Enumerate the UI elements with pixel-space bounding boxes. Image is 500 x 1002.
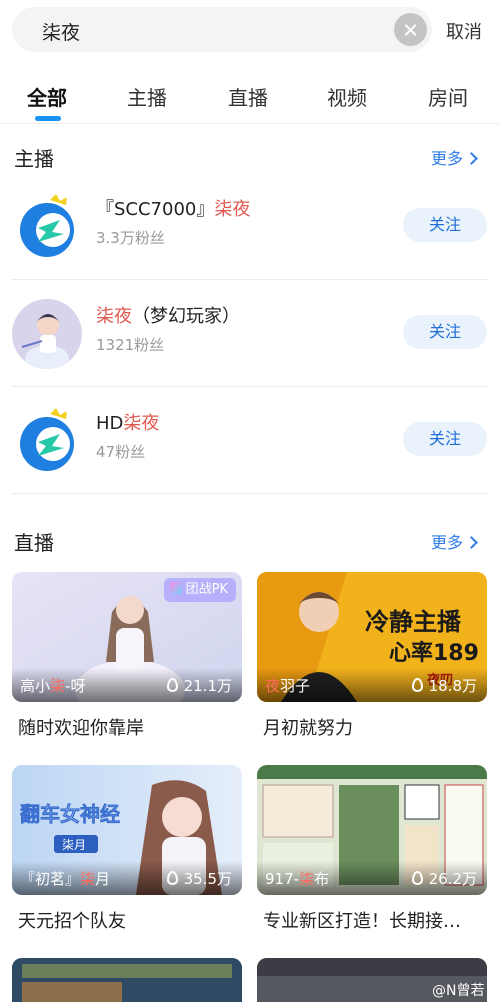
avatar[interactable] [12,299,82,369]
anchors-section-title: 主播 [14,147,54,171]
search-bar[interactable]: 柒夜 [12,7,432,52]
active-tab-indicator [35,116,61,121]
follow-button[interactable]: 关注 [403,208,487,242]
streamer-name-text: 羽子 [280,677,311,695]
streamer-name-match: 夜 [265,677,281,695]
follow-button[interactable]: 关注 [403,422,487,456]
live-thumbnail[interactable]: 冷静主播 心率189 夜叨 夜羽子 18.8万 [257,572,487,702]
live-thumbnail[interactable]: 翻车女神经 柒月 『初茗』柒月 35.5万 [12,765,242,895]
avatar[interactable] [12,406,82,476]
anchors-more-link[interactable]: 更多 [431,145,478,169]
anchor-name-text: HD [96,413,124,434]
anchor-row[interactable]: 柒夜（梦幻玩家） 1321粉丝 关注 [0,280,500,387]
anchor-name-match: 柒夜 [96,306,132,327]
viewer-count: 35.5万 [166,868,232,889]
game-logo-icon [12,192,82,262]
streamer-name-text: 月 [95,870,111,888]
streamer-name: 高小柒-呀 [20,675,85,696]
live-card[interactable]: 917-柒布 26.2万 专业新区打造！长期接… [257,765,487,933]
live-card[interactable]: 团战PK 高小柒-呀 21.1万 随时欢迎你靠岸 [12,572,242,740]
live-card[interactable]: 冷静主播 心率189 夜叨 夜羽子 18.8万 月初就努力 [257,572,487,740]
viewer-count: 26.2万 [411,868,477,889]
streamer-name-match: 柒 [299,870,315,888]
streamer-name-text: 布 [314,870,330,888]
viewer-count-value: 18.8万 [428,677,477,695]
live-section-title: 直播 [14,531,54,555]
more-label: 更多 [431,149,464,168]
pk-badge-label: 团战PK [185,582,228,597]
live-title[interactable]: 随时欢迎你靠岸 [18,714,242,740]
streamer-name-text: 917- [265,870,300,888]
watermark: @N曾若 [432,983,485,999]
game-logo-icon [12,406,82,476]
streamer-name-match: 柒 [80,870,96,888]
live-more-link[interactable]: 更多 [431,529,478,553]
tab-live[interactable]: 直播 [228,82,268,111]
anchor-name-text: （梦幻玩家） [132,306,240,327]
flame-icon [166,871,178,885]
thumb-caption: 心率189 [389,640,479,666]
anchor-row[interactable]: HD柒夜 47粉丝 关注 [0,387,500,494]
streamer-name-text: 高小 [20,677,51,695]
flame-icon [411,871,423,885]
streamer-name: 917-柒布 [265,868,329,889]
anchor-name-text: 『SCC7000』 [96,199,215,220]
streamer-name-text: 『初茗』 [20,870,81,888]
live-thumbnail[interactable]: 团战PK 高小柒-呀 21.1万 [12,572,242,702]
more-label: 更多 [431,533,464,552]
fan-count: 47粉丝 [96,443,146,461]
live-thumbnail[interactable] [12,958,242,1002]
viewer-count-value: 26.2万 [428,870,477,888]
tab-rooms[interactable]: 房间 [428,82,468,111]
live-thumbnail[interactable]: 917-柒布 26.2万 [257,765,487,895]
anchor-row[interactable]: 『SCC7000』柒夜 3.3万粉丝 关注 [0,173,500,280]
viewer-count-value: 21.1万 [183,677,232,695]
result-tabs: 全部 主播 直播 视频 房间 [0,78,500,124]
chevron-right-icon [465,152,478,165]
viewer-count-value: 35.5万 [183,870,232,888]
flame-icon [166,678,178,692]
streamer-name-text: -呀 [65,677,86,695]
follow-button[interactable]: 关注 [403,315,487,349]
tab-videos[interactable]: 视频 [327,82,367,111]
anchor-name-match: 柒夜 [214,199,251,220]
tab-all[interactable]: 全部 [27,82,67,111]
pk-badge: 团战PK [163,578,236,602]
clear-search-icon[interactable] [394,13,427,46]
search-input[interactable]: 柒夜 [42,18,80,45]
anchor-name-match: 柒夜 [123,413,160,434]
anchor-name[interactable]: 柒夜（梦幻玩家） [96,302,240,328]
thumb-caption: 柒月 [62,838,86,852]
anchor-name[interactable]: 『SCC7000』柒夜 [96,195,250,221]
divider [12,493,488,494]
anchor-name[interactable]: HD柒夜 [96,409,159,435]
streamer-name: 『初茗』柒月 [20,868,110,889]
streamer-name: 夜羽子 [265,675,310,696]
character-portrait-icon [12,299,82,369]
streamer-name-match: 柒 [50,677,66,695]
live-title[interactable]: 专业新区打造！长期接… [263,907,487,933]
tab-anchors[interactable]: 主播 [127,82,167,111]
viewer-count: 21.1万 [166,675,232,696]
thumb-caption: 冷静主播 [365,608,462,636]
fan-count: 1321粉丝 [96,336,165,354]
cancel-button[interactable]: 取消 [446,18,482,44]
fan-count: 3.3万粉丝 [96,229,165,247]
avatar[interactable] [12,192,82,262]
chevron-right-icon [465,536,478,549]
thumb-caption: 翻车女神经 [20,802,120,826]
stream-preview-image [12,958,242,1002]
live-title[interactable]: 天元招个队友 [18,907,242,933]
pk-icon [169,582,182,594]
live-title[interactable]: 月初就努力 [263,714,487,740]
viewer-count: 18.8万 [411,675,477,696]
flame-icon [411,678,423,692]
live-card[interactable]: 翻车女神经 柒月 『初茗』柒月 35.5万 天元招个队友 [12,765,242,933]
